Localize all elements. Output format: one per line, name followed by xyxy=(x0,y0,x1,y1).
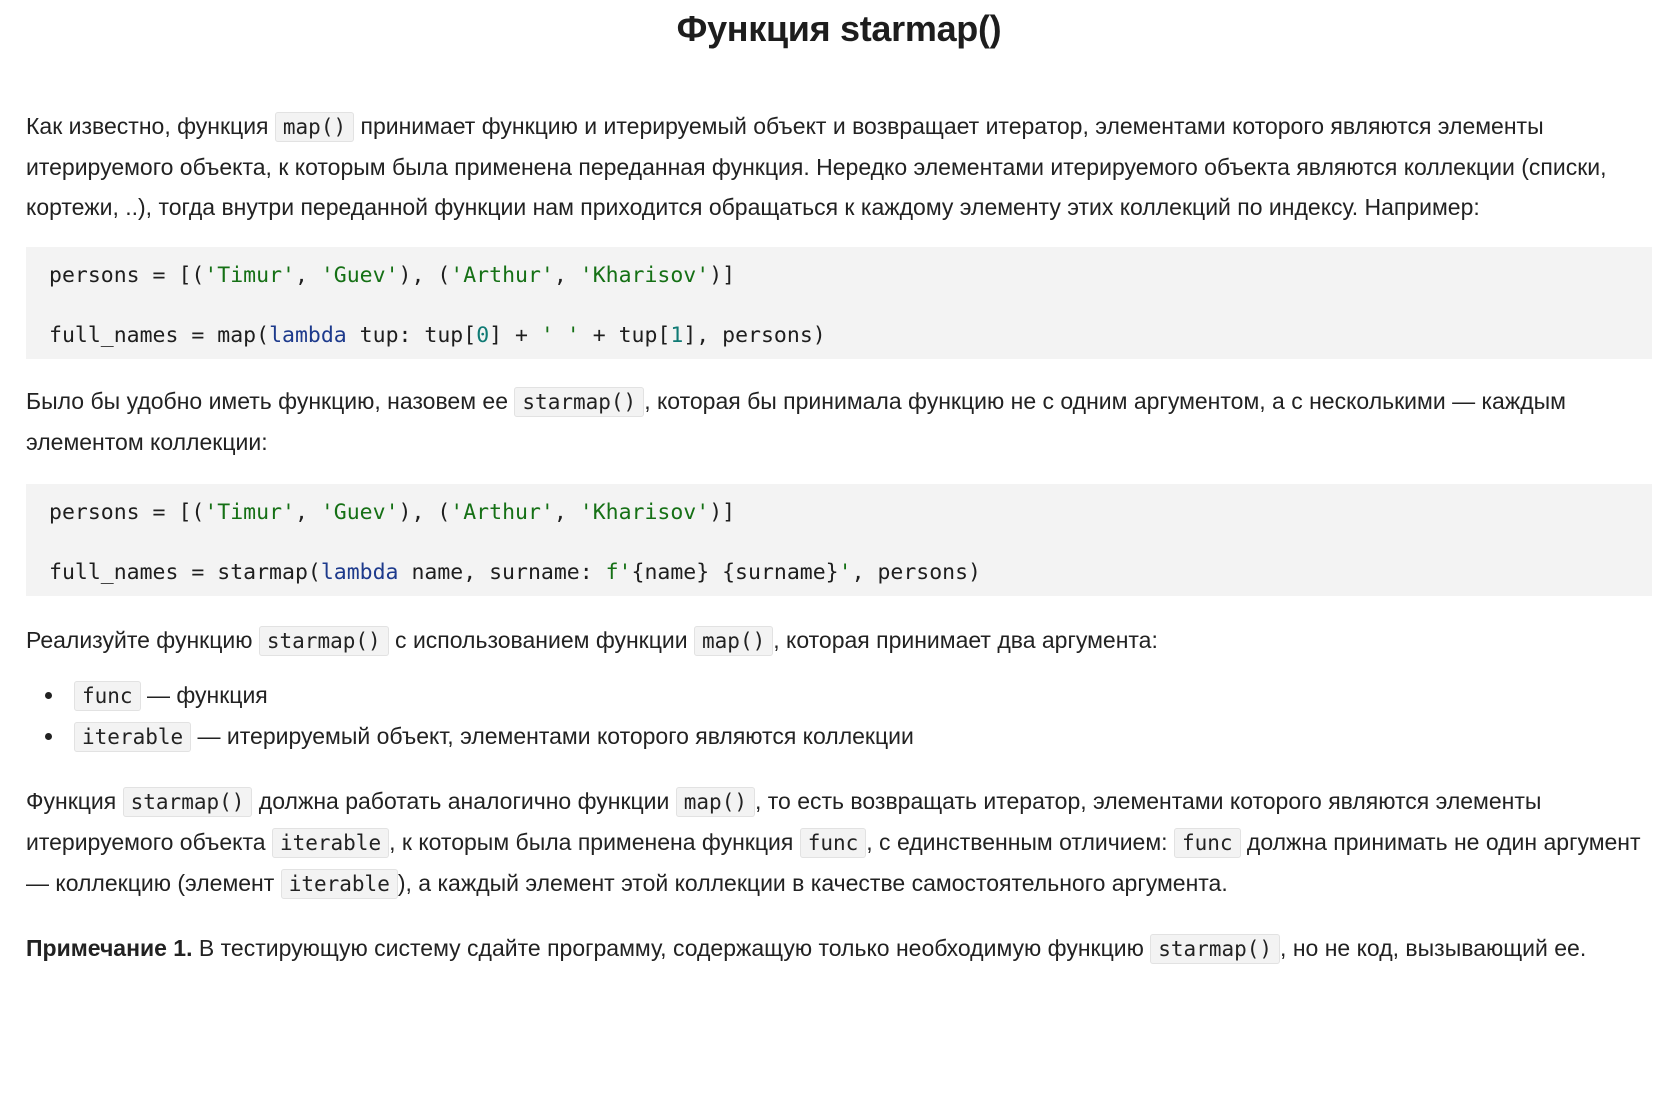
intro-paragraph: Как известно, функция map() принимает фу… xyxy=(26,106,1652,227)
code-block-map-example: persons = [('Timur', 'Guev'), ('Arthur',… xyxy=(26,247,1652,359)
code-token: tup: tup[ xyxy=(346,323,477,348)
task-paragraph: Реализуйте функцию starmap() с использов… xyxy=(26,620,1652,661)
code-token: + tup[ xyxy=(579,323,671,348)
code-block-starmap-example: persons = [('Timur', 'Guev'), ('Arthur',… xyxy=(26,484,1652,596)
text-fragment: ), а каждый элемент этой коллекции в кач… xyxy=(397,870,1228,896)
text-fragment: Функция xyxy=(26,788,123,814)
inline-code: starmap() xyxy=(1150,934,1281,964)
code-line: full_names = map(lambda tup: tup[0] + ' … xyxy=(49,317,1629,355)
text-fragment: В тестирующую систему сдайте программу, … xyxy=(192,935,1151,961)
inline-code: map() xyxy=(274,112,355,142)
inline-code: iterable xyxy=(74,722,192,752)
text-fragment: Как известно, функция xyxy=(26,113,275,139)
starmap-idea-paragraph: Было бы удобно иметь функцию, назовем ее… xyxy=(26,381,1652,462)
code-token: persons = [( xyxy=(49,500,205,525)
inline-code: map() xyxy=(675,787,755,817)
code-number: 1 xyxy=(670,323,684,348)
lesson-page: Функция starmap() Как известно, функция … xyxy=(0,0,1678,1102)
inline-code: starmap() xyxy=(122,787,253,817)
note-paragraph: Примечание 1. В тестирующую систему сдай… xyxy=(26,928,1652,969)
text-fragment: Было бы удобно иметь функцию, назовем ее xyxy=(26,388,515,414)
code-token: , persons) xyxy=(851,560,982,585)
code-string: 'Kharisov' xyxy=(579,500,710,525)
code-string: 'Kharisov' xyxy=(579,263,710,288)
code-token: , xyxy=(553,500,580,525)
page-title: Функция starmap() xyxy=(676,8,1002,49)
text-fragment: должна работать аналогично функции xyxy=(252,788,676,814)
code-string: 'Arthur' xyxy=(450,500,554,525)
text-fragment: Реализуйте функцию xyxy=(26,627,259,653)
code-keyword: lambda xyxy=(320,560,399,585)
code-token: ] + xyxy=(489,323,541,348)
code-token: ), ( xyxy=(398,263,451,288)
code-token: full_names = starmap( xyxy=(49,560,321,585)
code-line: persons = [('Timur', 'Guev'), ('Arthur',… xyxy=(49,257,1629,295)
code-token: , xyxy=(294,500,321,525)
code-token: name, surname: xyxy=(398,560,606,585)
inline-code: starmap() xyxy=(258,626,389,656)
code-string: ' ' xyxy=(540,323,580,348)
note-label: Примечание 1. xyxy=(26,935,193,961)
text-fragment: , к которым была применена функция xyxy=(389,829,800,855)
code-token: ], persons) xyxy=(683,323,826,348)
text-fragment: — функция xyxy=(140,682,268,708)
code-string: ' xyxy=(838,560,852,585)
code-token: ), ( xyxy=(398,500,451,525)
list-item: func — функция xyxy=(66,675,1652,716)
text-fragment: — итерируемый объект, элементами которог… xyxy=(191,723,914,749)
code-token: full_names = map( xyxy=(49,323,270,348)
code-string: 'Guev' xyxy=(320,500,399,525)
code-string: 'Guev' xyxy=(320,263,399,288)
behavior-paragraph: Функция starmap() должна работать аналог… xyxy=(26,781,1652,904)
code-token: {name} {surname} xyxy=(631,560,839,585)
inline-code: map() xyxy=(694,626,774,656)
inline-code: func xyxy=(1173,828,1241,858)
code-string: f' xyxy=(605,560,632,585)
code-token: )] xyxy=(709,500,736,525)
text-fragment: , но не код, вызывающий ее. xyxy=(1280,935,1587,961)
text-fragment: , которая принимает два аргумента: xyxy=(773,627,1158,653)
arguments-list: func — функция iterable — итерируемый об… xyxy=(26,675,1652,757)
list-item: iterable — итерируемый объект, элементам… xyxy=(66,716,1652,757)
code-string: 'Timur' xyxy=(204,263,295,288)
inline-code: starmap() xyxy=(514,387,645,417)
text-fragment: с использованием функции xyxy=(388,627,695,653)
inline-code: iterable xyxy=(280,869,398,899)
code-token: , xyxy=(553,263,580,288)
code-token: , xyxy=(294,263,321,288)
code-number: 0 xyxy=(476,323,490,348)
code-token: persons = [( xyxy=(49,263,205,288)
code-token: )] xyxy=(709,263,736,288)
code-string: 'Timur' xyxy=(204,500,295,525)
text-fragment: , с единственным отличием: xyxy=(866,829,1174,855)
inline-code: iterable xyxy=(271,828,390,858)
code-line: full_names = starmap(lambda name, surnam… xyxy=(49,554,1629,592)
code-line: persons = [('Timur', 'Guev'), ('Arthur',… xyxy=(49,494,1629,532)
code-string: 'Arthur' xyxy=(450,263,554,288)
code-keyword: lambda xyxy=(269,323,347,348)
inline-code: func xyxy=(74,681,141,711)
inline-code: func xyxy=(799,828,867,858)
